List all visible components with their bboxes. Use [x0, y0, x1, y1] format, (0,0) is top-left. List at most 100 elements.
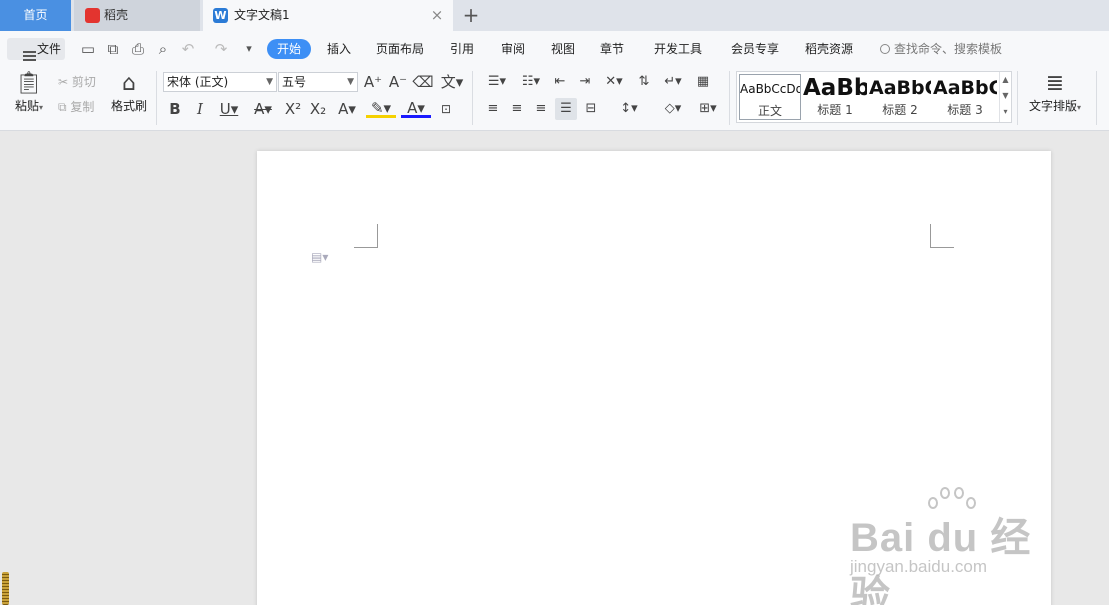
- underline-icon[interactable]: U▾: [214, 98, 244, 120]
- shading-icon[interactable]: ◇▾: [658, 98, 688, 120]
- writer-doc-icon: W: [213, 8, 228, 23]
- new-tab-button[interactable]: +: [460, 3, 482, 27]
- customize-quick-access-icon[interactable]: ▾: [240, 38, 258, 60]
- superscript-icon[interactable]: X²: [281, 98, 305, 120]
- highlight-color-icon[interactable]: ✎▾: [366, 98, 396, 118]
- paste-button[interactable]: 📋︎ 粘贴▾: [8, 69, 50, 114]
- italic-icon[interactable]: I: [190, 98, 210, 120]
- redo-icon[interactable]: ↷: [212, 38, 230, 60]
- menu-tab-member[interactable]: 会员专享: [731, 39, 779, 59]
- menu-tab-home[interactable]: 开始: [267, 39, 311, 59]
- export-icon[interactable]: ⧉: [104, 38, 122, 60]
- menu-row: 文件 ▭ ⧉ ⎙ ⌕ ↶ ↷ ▾ 开始 插入 页面布局 引用 审阅 视图 章节 …: [0, 31, 1109, 67]
- text-layout-button[interactable]: ≣ 文字排版▾: [1024, 69, 1086, 114]
- font-name-select[interactable]: 宋体 (正文) ▼: [163, 72, 277, 92]
- style-heading-3[interactable]: AaBbC 标题 3: [933, 74, 997, 120]
- distribute-icon[interactable]: ⊟: [580, 98, 602, 120]
- close-tab-icon[interactable]: ×: [428, 5, 446, 25]
- style-preview: AaBbCcDd: [740, 82, 801, 96]
- margin-corner-mark: [354, 224, 378, 248]
- paste-label: 粘贴: [14, 99, 39, 113]
- text-layout-label: 文字排版: [1028, 99, 1077, 113]
- bold-icon[interactable]: B: [165, 98, 185, 120]
- undo-icon[interactable]: ↶: [179, 38, 197, 60]
- format-painter-button[interactable]: ⌂ 格式刷: [108, 69, 150, 114]
- format-painter-label: 格式刷: [110, 99, 147, 113]
- command-search-placeholder: 查找命令、搜索模板: [894, 42, 1003, 56]
- watermark-brand: Bai du 经验: [850, 516, 1032, 605]
- chinese-layout-icon[interactable]: ✕▾: [599, 71, 629, 93]
- show-marks-icon[interactable]: ↵▾: [658, 71, 688, 93]
- margin-corner-mark: [930, 224, 954, 248]
- bullet-list-icon[interactable]: ☰▾: [482, 71, 512, 93]
- watermark-url: jingyan.baidu.com: [850, 557, 988, 576]
- copy-button[interactable]: ⧉ 复制: [58, 98, 94, 116]
- styles-gallery: AaBbCcDd 正文 AaBb 标题 1 AaBbC 标题 2 AaBbC 标…: [736, 71, 1012, 123]
- tab-home[interactable]: 首页: [0, 0, 71, 31]
- increase-font-icon[interactable]: A⁺: [362, 71, 384, 93]
- cut-button[interactable]: ✂ 剪切: [58, 73, 96, 91]
- style-heading-2[interactable]: AaBbC 标题 2: [869, 74, 931, 120]
- menu-tab-insert[interactable]: 插入: [327, 39, 351, 59]
- align-left-icon[interactable]: ≡: [482, 98, 504, 120]
- align-right-icon[interactable]: ≡: [530, 98, 552, 120]
- separator: [729, 71, 730, 125]
- menu-tab-references[interactable]: 引用: [450, 39, 474, 59]
- style-normal[interactable]: AaBbCcDd 正文: [739, 74, 801, 120]
- cut-label: 剪切: [71, 75, 96, 89]
- file-menu-button[interactable]: 文件: [7, 38, 65, 61]
- align-center-icon[interactable]: ≡: [506, 98, 528, 120]
- separator: [1096, 71, 1097, 125]
- font-size-select[interactable]: 五号 ▼: [278, 72, 358, 92]
- side-ruler-handle[interactable]: [2, 572, 9, 605]
- search-icon: [880, 44, 890, 54]
- style-label: 标题 2: [882, 103, 918, 117]
- menu-tab-view[interactable]: 视图: [551, 39, 575, 59]
- style-label: 正文: [757, 104, 782, 118]
- justify-icon[interactable]: ☰: [555, 98, 577, 120]
- text-effect-icon[interactable]: A▾: [333, 98, 361, 120]
- hamburger-icon: [23, 51, 36, 61]
- font-name-value: 宋体 (正文): [167, 75, 229, 89]
- menu-tab-docer-resources[interactable]: 稻壳资源: [805, 39, 853, 59]
- numbered-list-icon[interactable]: ☷▾: [516, 71, 546, 93]
- print-icon[interactable]: ⎙: [129, 38, 147, 60]
- decrease-font-icon[interactable]: A⁻: [387, 71, 409, 93]
- command-search[interactable]: 查找命令、搜索模板: [880, 39, 1002, 59]
- ribbon: 📋︎ 粘贴▾ ✂ 剪切 ⧉ 复制 ⌂ 格式刷 宋体 (正文) ▼ 五号 ▼ A⁺ A…: [0, 67, 1109, 131]
- tab-document[interactable]: 文字文稿1: [203, 0, 453, 31]
- text-layout-icon: ≣: [1045, 71, 1065, 96]
- menu-tab-page-layout[interactable]: 页面布局: [376, 39, 424, 59]
- format-painter-icon: ⌂: [122, 71, 136, 96]
- print-preview-icon[interactable]: ⌕: [154, 38, 172, 60]
- styles-scroll[interactable]: ▲ ▼ ▾: [999, 72, 1011, 122]
- chevron-down-icon: ▼: [266, 77, 273, 87]
- copy-label: 复制: [70, 100, 95, 114]
- paragraph-layout-icon[interactable]: ▤▾: [311, 250, 328, 264]
- scissors-icon: ✂: [58, 75, 72, 89]
- clear-format-icon[interactable]: ⌫: [412, 71, 434, 93]
- decrease-indent-icon[interactable]: ⇤: [549, 71, 571, 93]
- line-spacing-icon[interactable]: ↕▾: [614, 98, 644, 120]
- borders-icon[interactable]: ⊞▾: [693, 98, 723, 120]
- docer-icon: [85, 8, 100, 23]
- clipboard-icon: 📋︎: [15, 71, 43, 96]
- style-heading-1[interactable]: AaBb 标题 1: [803, 74, 867, 120]
- font-color-icon[interactable]: A▾: [401, 98, 431, 118]
- save-icon[interactable]: ▭: [79, 38, 97, 60]
- subscript-icon[interactable]: X₂: [306, 98, 330, 120]
- style-preview: AaBbC: [933, 77, 997, 99]
- table-tools-icon[interactable]: ▦: [692, 71, 714, 93]
- separator: [472, 71, 473, 125]
- character-border-icon[interactable]: ⊡: [436, 98, 456, 120]
- menu-tab-chapter[interactable]: 章节: [600, 39, 624, 59]
- menu-tab-developer[interactable]: 开发工具: [654, 39, 702, 59]
- file-menu-label: 文件: [37, 42, 62, 56]
- phonetic-guide-icon[interactable]: 文▾: [437, 71, 467, 93]
- separator: [156, 71, 157, 125]
- menu-tab-review[interactable]: 审阅: [501, 39, 525, 59]
- increase-indent-icon[interactable]: ⇥: [574, 71, 596, 93]
- strikethrough-icon[interactable]: A▾: [249, 98, 277, 120]
- style-label: 标题 1: [817, 103, 853, 117]
- sort-icon[interactable]: ⇅: [633, 71, 655, 93]
